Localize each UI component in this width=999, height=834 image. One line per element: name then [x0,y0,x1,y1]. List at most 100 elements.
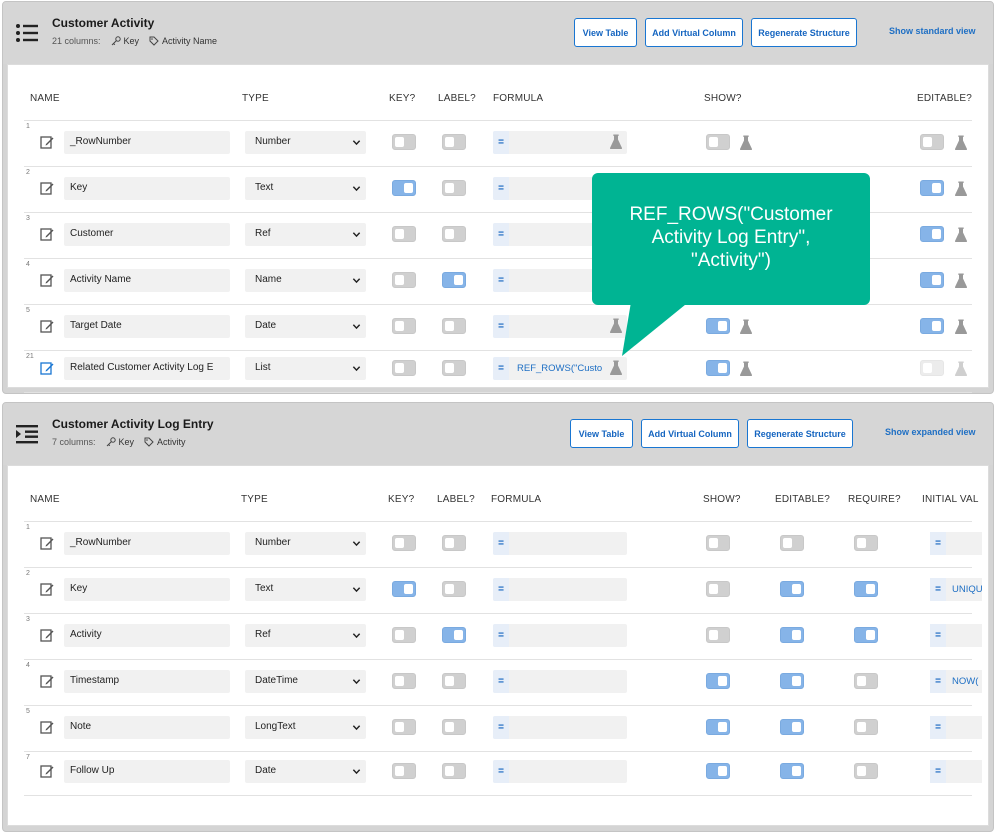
label-toggle[interactable] [442,627,466,643]
label-toggle[interactable] [442,719,466,735]
column-type-select[interactable]: Date [245,315,366,338]
edit-icon[interactable] [40,628,54,642]
column-name-field[interactable]: Timestamp [64,670,230,693]
label-toggle[interactable] [442,763,466,779]
require-toggle[interactable] [854,719,878,735]
column-name-field[interactable]: _RowNumber [64,131,230,154]
edit-icon[interactable] [40,227,54,241]
show-toggle[interactable] [706,535,730,551]
flask-icon[interactable] [739,361,753,377]
column-name-field[interactable]: Follow Up [64,760,230,783]
editable-toggle[interactable] [780,581,804,597]
flask-icon[interactable] [954,319,968,335]
editable-toggle[interactable] [920,272,944,288]
edit-icon[interactable] [40,582,54,596]
initial-value-field[interactable]: = UNIQU [930,578,982,601]
key-toggle[interactable] [392,581,416,597]
column-type-select[interactable]: LongText [245,716,366,739]
show-standard-view-link[interactable]: Show standard view [889,26,976,36]
flask-icon[interactable] [954,181,968,197]
column-name-field[interactable]: Key [64,177,230,200]
key-toggle[interactable] [392,272,416,288]
show-toggle[interactable] [706,673,730,689]
edit-icon[interactable] [40,181,54,195]
column-type-select[interactable]: Ref [245,624,366,647]
key-toggle[interactable] [392,763,416,779]
editable-toggle[interactable] [920,180,944,196]
key-toggle[interactable] [392,226,416,242]
flask-icon[interactable] [739,135,753,151]
flask-icon[interactable] [954,273,968,289]
edit-icon[interactable] [40,319,54,333]
flask-icon[interactable] [609,134,623,150]
label-toggle[interactable] [442,180,466,196]
column-name-field[interactable]: Activity Name [64,269,230,292]
require-toggle[interactable] [854,581,878,597]
column-type-select[interactable]: Name [245,269,366,292]
label-toggle[interactable] [442,226,466,242]
column-name-field[interactable]: Activity [64,624,230,647]
editable-toggle[interactable] [780,627,804,643]
formula-field[interactable]: = [493,670,627,693]
show-toggle[interactable] [706,627,730,643]
column-type-select[interactable]: List [245,357,366,380]
flask-icon[interactable] [739,319,753,335]
show-toggle[interactable] [706,134,730,150]
formula-field[interactable]: = [493,624,627,647]
column-type-select[interactable]: Number [245,131,366,154]
flask-icon[interactable] [954,227,968,243]
label-toggle[interactable] [442,318,466,334]
flask-icon[interactable] [609,360,623,376]
label-toggle[interactable] [442,535,466,551]
edit-icon[interactable] [40,135,54,149]
editable-toggle[interactable] [780,763,804,779]
formula-field[interactable]: = REF_ROWS("Custo [493,357,627,380]
key-toggle[interactable] [392,318,416,334]
view-table-button[interactable]: View Table [570,419,633,448]
column-type-select[interactable]: Date [245,760,366,783]
label-toggle[interactable] [442,134,466,150]
require-toggle[interactable] [854,535,878,551]
column-type-select[interactable]: Text [245,177,366,200]
key-toggle[interactable] [392,627,416,643]
key-toggle[interactable] [392,360,416,376]
formula-field[interactable]: = [493,315,627,338]
show-toggle[interactable] [706,318,730,334]
edit-icon[interactable] [40,273,54,287]
initial-value-field[interactable]: = [930,760,982,783]
show-toggle[interactable] [706,719,730,735]
editable-toggle[interactable] [920,134,944,150]
add-virtual-column-button[interactable]: Add Virtual Column [645,18,743,47]
editable-toggle[interactable] [780,673,804,689]
regenerate-structure-button[interactable]: Regenerate Structure [751,18,857,47]
initial-value-field[interactable]: = [930,532,982,555]
edit-icon[interactable] [40,361,54,375]
editable-toggle[interactable] [780,719,804,735]
show-toggle[interactable] [706,581,730,597]
formula-field[interactable]: = [493,716,627,739]
formula-field[interactable]: = [493,131,627,154]
require-toggle[interactable] [854,627,878,643]
require-toggle[interactable] [854,763,878,779]
require-toggle[interactable] [854,673,878,689]
column-name-field[interactable]: Related Customer Activity Log E [64,357,230,380]
show-expanded-view-link[interactable]: Show expanded view [885,427,976,437]
key-toggle[interactable] [392,180,416,196]
formula-field[interactable]: = [493,578,627,601]
editable-toggle[interactable] [780,535,804,551]
initial-value-field[interactable]: = [930,716,982,739]
formula-field[interactable]: = [493,532,627,555]
label-toggle[interactable] [442,673,466,689]
column-name-field[interactable]: Target Date [64,315,230,338]
flask-icon[interactable] [954,135,968,151]
column-type-select[interactable]: Text [245,578,366,601]
key-toggle[interactable] [392,134,416,150]
key-toggle[interactable] [392,673,416,689]
initial-value-field[interactable]: = NOW( [930,670,982,693]
show-toggle[interactable] [706,763,730,779]
column-name-field[interactable]: Note [64,716,230,739]
edit-icon[interactable] [40,720,54,734]
label-toggle[interactable] [442,581,466,597]
key-toggle[interactable] [392,535,416,551]
initial-value-field[interactable]: = [930,624,982,647]
